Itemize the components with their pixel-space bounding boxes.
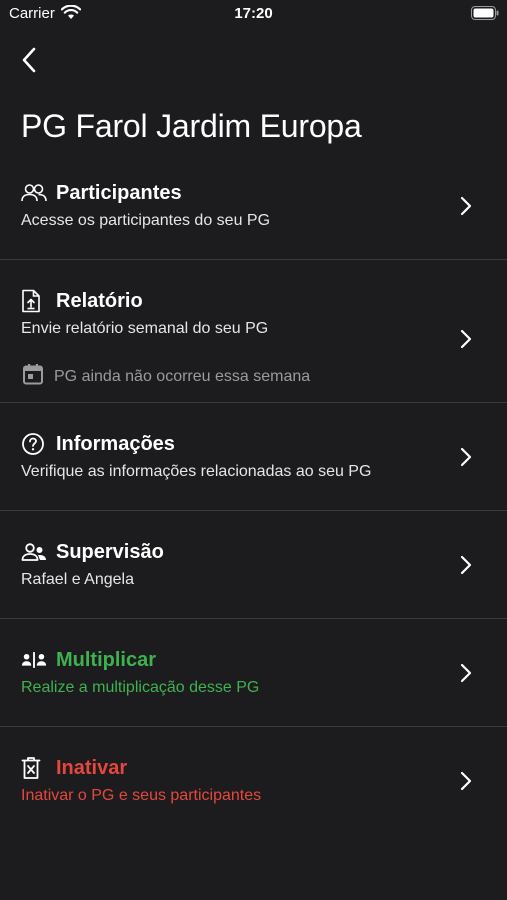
help-circle-icon	[21, 431, 47, 457]
menu-item-participantes[interactable]: Participantes Acesse os participantes do…	[0, 152, 507, 260]
multiplicar-subtitle: Realize a multiplicação desse PG	[21, 679, 260, 696]
chevron-right-icon	[460, 447, 472, 467]
multiplicar-title: Multiplicar	[56, 648, 157, 671]
split-people-icon	[21, 647, 47, 673]
chevron-right-icon	[460, 196, 472, 216]
battery-icon	[471, 6, 499, 25]
participantes-title: Participantes	[56, 181, 182, 204]
chevron-right-icon	[460, 771, 472, 791]
informacoes-title: Informações	[56, 432, 175, 455]
menu-item-relatorio[interactable]: Relatório Envie relatório semanal do seu…	[0, 260, 507, 403]
status-bar: Carrier 17:20	[0, 0, 507, 28]
calendar-icon	[21, 362, 45, 391]
informacoes-subtitle: Verifique as informações relacionadas ao…	[21, 463, 372, 480]
upload-document-icon	[21, 288, 47, 314]
inativar-title: Inativar	[56, 756, 128, 779]
chevron-right-icon	[460, 329, 472, 349]
chevron-right-icon	[460, 663, 472, 683]
relatorio-note-text: PG ainda não ocorreu essa semana	[54, 367, 311, 385]
supervisor-account-icon	[21, 539, 47, 565]
inativar-subtitle: Inativar o PG e seus participantes	[21, 787, 262, 804]
menu-item-supervisao[interactable]: Supervisão Rafael e Angela	[0, 511, 507, 619]
chevron-right-icon	[460, 555, 472, 575]
relatorio-subtitle: Envie relatório semanal do seu PG	[21, 320, 269, 337]
back-button[interactable]	[14, 44, 44, 76]
menu-item-informacoes[interactable]: Informações Verifique as informações rel…	[0, 403, 507, 511]
relatorio-status-note: PG ainda não ocorreu essa semana	[21, 362, 310, 391]
supervisao-title: Supervisão	[56, 540, 164, 563]
page-title: PG Farol Jardim Europa	[21, 108, 362, 144]
supervisao-subtitle: Rafael e Angela	[21, 571, 134, 588]
participantes-subtitle: Acesse os participantes do seu PG	[21, 212, 271, 229]
menu-item-multiplicar[interactable]: Multiplicar Realize a multiplicação dess…	[0, 619, 507, 727]
menu-item-inativar[interactable]: Inativar Inativar o PG e seus participan…	[0, 727, 507, 834]
delete-box-icon	[21, 755, 47, 781]
chevron-left-icon	[22, 47, 36, 73]
status-time: 17:20	[234, 5, 273, 22]
menu-list: Participantes Acesse os participantes do…	[0, 152, 507, 834]
people-outline-icon	[21, 180, 47, 206]
relatorio-title: Relatório	[56, 289, 143, 312]
